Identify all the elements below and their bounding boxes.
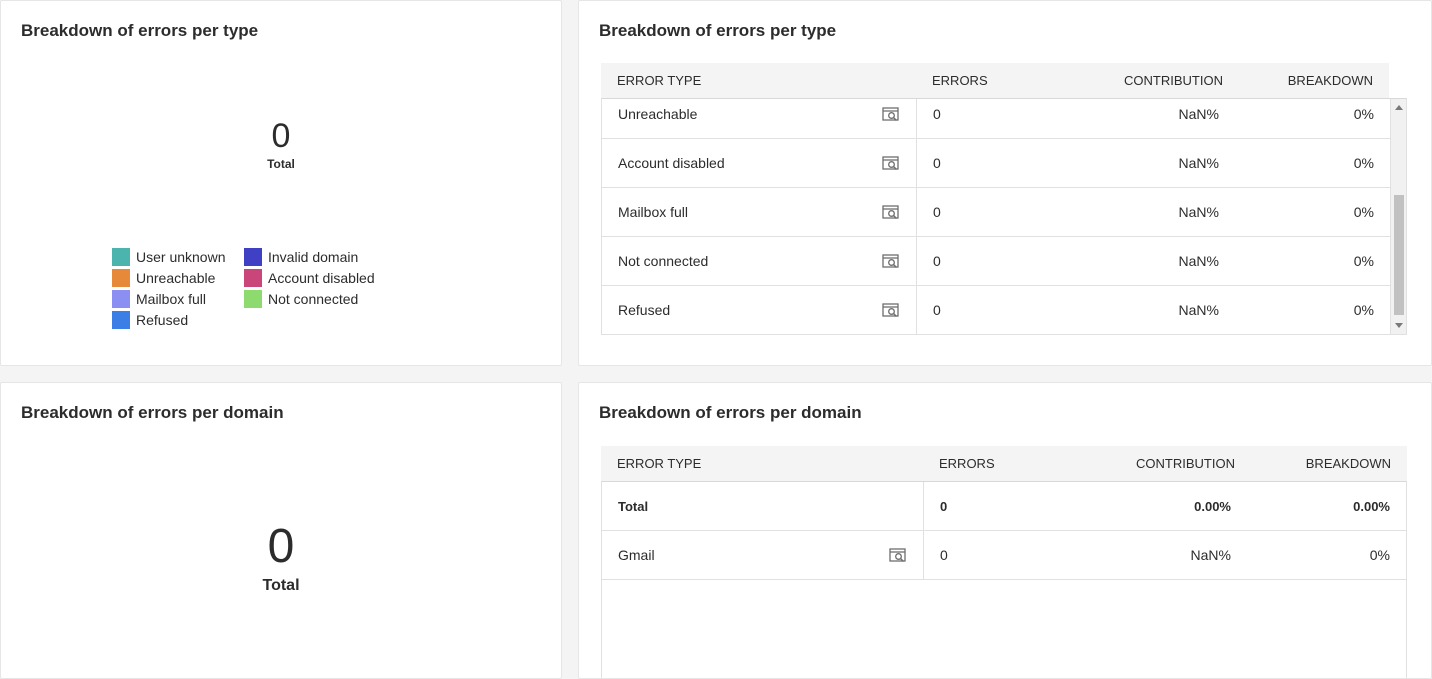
legend-item[interactable]: Invalid domain [244,248,384,266]
table-rows: Unreachable 0 NaN% 0% Account disabled 0… [602,99,1406,334]
cell-contribution: 0.00% [1194,498,1231,514]
cell-error-type: Refused [602,286,917,334]
legend-item[interactable]: Refused [112,311,244,329]
scroll-thumb[interactable] [1394,195,1404,315]
cell-breakdown: 0.00% [1353,498,1390,514]
legend-swatch [112,290,130,308]
cell-contribution: NaN% [1178,253,1219,269]
header-error-type[interactable]: ERROR TYPE [601,73,916,88]
header-errors[interactable]: ERRORS [923,456,1098,471]
legend-item[interactable]: Mailbox full [112,290,244,308]
scroll-down-icon[interactable] [1395,323,1403,328]
donut-total: 0 Total [1,119,561,171]
cell-breakdown: 0% [1353,155,1374,171]
cell-error-type: Mailbox full [602,188,917,236]
cell-contribution: NaN% [1190,547,1231,563]
errors-per-domain-chart-panel: Breakdown of errors per domain 0 Total [0,382,562,679]
cell-error-type: Not connected [602,237,917,285]
legend-swatch [244,248,262,266]
cell-errors: 0 [933,302,941,318]
header-error-type[interactable]: ERROR TYPE [601,456,923,471]
header-breakdown[interactable]: BREAKDOWN [1251,456,1407,471]
cell-errors: 0 [933,106,941,122]
cell-contribution: NaN% [1178,302,1219,318]
table-body[interactable]: Unreachable 0 NaN% 0% Account disabled 0… [601,98,1407,335]
table-row: Refused 0 NaN% 0% [602,286,1390,334]
header-breakdown[interactable]: BREAKDOWN [1239,73,1389,88]
drill-down-icon[interactable] [882,155,900,171]
cell-breakdown: 0% [1353,204,1374,220]
legend-item[interactable]: Not connected [244,290,384,308]
panel-title: Breakdown of errors per domain [21,403,284,422]
legend-swatch [244,269,262,287]
legend-swatch [112,248,130,266]
legend-swatch [244,290,262,308]
drill-down-icon[interactable] [882,204,900,220]
scroll-up-icon[interactable] [1395,105,1403,110]
cell-breakdown: 0% [1353,253,1374,269]
cell-breakdown: 0% [1353,106,1374,122]
cell-error-type: Unreachable [602,99,917,138]
table-scrollbar[interactable] [1390,99,1406,334]
drill-down-icon[interactable] [882,253,900,269]
legend-item[interactable]: Unreachable [112,269,244,287]
errors-per-domain-table-panel: Breakdown of errors per domain ERROR TYP… [578,382,1432,679]
table-header: ERROR TYPE ERRORS CONTRIBUTION BREAKDOWN [601,63,1389,98]
cell-errors: 0 [940,498,948,514]
drill-down-icon[interactable] [882,106,900,122]
cell-error-type: Gmail [602,531,924,579]
table-row: Unreachable 0 NaN% 0% [602,99,1390,139]
cell-contribution: NaN% [1178,204,1219,220]
total-label: Total [267,157,295,171]
table-header: ERROR TYPE ERRORS CONTRIBUTION BREAKDOWN [601,446,1407,481]
table-row: Account disabled 0 NaN% 0% [602,139,1390,188]
panel-title: Breakdown of errors per domain [599,403,862,422]
errors-per-type-table-panel: Breakdown of errors per type ERROR TYPE … [578,0,1432,366]
legend-item[interactable]: Account disabled [244,269,384,287]
cell-errors: 0 [933,204,941,220]
header-contribution[interactable]: CONTRIBUTION [1098,456,1251,471]
total-label: Total [262,577,300,594]
panel-title: Breakdown of errors per type [21,21,259,40]
table-row: Gmail 0 NaN% 0% [602,531,1406,580]
cell-errors: 0 [940,547,948,563]
total-value: 0 [271,117,291,155]
legend-swatch [112,311,130,329]
legend-item[interactable]: User unknown [112,248,244,266]
cell-contribution: NaN% [1178,155,1219,171]
errors-per-type-chart-panel: Breakdown of errors per type 0 Total Use… [0,0,562,366]
cell-contribution: NaN% [1178,106,1219,122]
cell-breakdown: 0% [1353,302,1374,318]
table-total-row: Total 0 0.00% 0.00% [602,482,1406,531]
header-errors[interactable]: ERRORS [916,73,1086,88]
header-contribution[interactable]: CONTRIBUTION [1086,73,1239,88]
table-body: Total 0 0.00% 0.00% Gmail 0 NaN% 0% [601,481,1407,678]
cell-error-type: Account disabled [602,139,917,187]
donut-total: 0 Total [1,523,561,595]
cell-breakdown: 0% [1369,547,1390,563]
cell-error-type: Total [602,482,924,530]
drill-down-icon[interactable] [889,547,907,563]
errors-per-domain-table: ERROR TYPE ERRORS CONTRIBUTION BREAKDOWN… [601,446,1407,678]
legend-swatch [112,269,130,287]
table-row: Not connected 0 NaN% 0% [602,237,1390,286]
table-row: Mailbox full 0 NaN% 0% [602,188,1390,237]
total-value: 0 [267,520,295,573]
errors-per-type-table: ERROR TYPE ERRORS CONTRIBUTION BREAKDOWN… [601,63,1407,335]
cell-errors: 0 [933,155,941,171]
drill-down-icon[interactable] [882,302,900,318]
panel-title: Breakdown of errors per type [599,21,837,40]
chart-legend: User unknown Invalid domain Unreachable … [112,248,392,329]
cell-errors: 0 [933,253,941,269]
